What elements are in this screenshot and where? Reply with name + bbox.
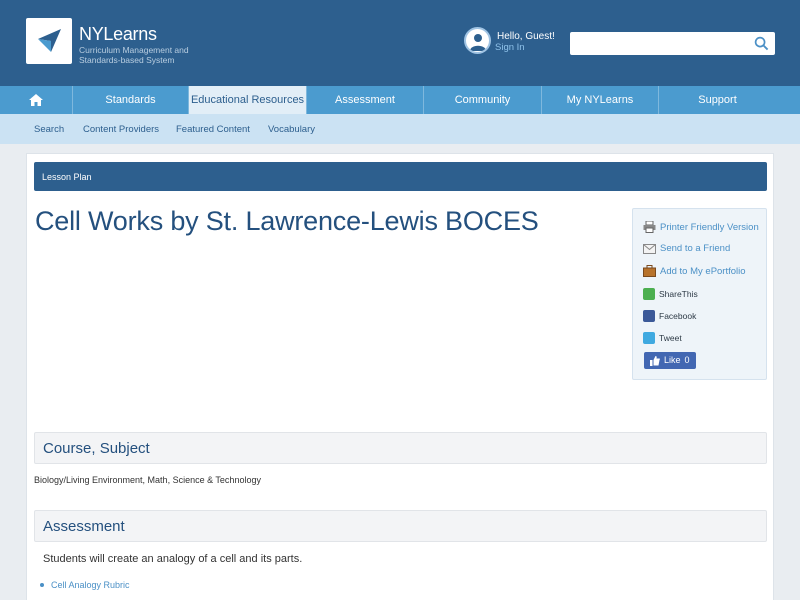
facebook-button[interactable]: Facebook — [643, 310, 696, 322]
subnav-search[interactable]: Search — [34, 124, 64, 135]
user-icon — [470, 34, 486, 51]
briefcase-icon — [643, 265, 656, 277]
main-nav: Standards Educational Resources Assessme… — [0, 86, 800, 114]
nav-assessment[interactable]: Assessment — [307, 86, 424, 114]
facebook-like-button[interactable]: Like 0 — [644, 352, 696, 369]
home-icon — [29, 94, 43, 106]
like-label: Like — [664, 355, 681, 365]
twitter-icon — [643, 332, 655, 344]
send-to-friend-label: Send to a Friend — [660, 243, 731, 254]
logo[interactable] — [26, 18, 72, 64]
sharethis-label: ShareThis — [659, 289, 698, 299]
tweet-label: Tweet — [659, 333, 682, 343]
thumbs-up-icon — [650, 355, 660, 366]
facebook-label: Facebook — [659, 311, 697, 321]
course-subject-heading: Course, Subject — [43, 440, 150, 457]
subnav-vocabulary[interactable]: Vocabulary — [268, 124, 315, 135]
subnav-featured-content[interactable]: Featured Content — [176, 124, 250, 135]
facebook-icon — [643, 310, 655, 322]
add-to-eportfolio-link[interactable]: Add to My ePortfolio — [643, 265, 746, 277]
assessment-heading: Assessment — [43, 518, 125, 535]
page-title: Cell Works by St. Lawrence-Lewis BOCES — [35, 206, 539, 236]
logo-subtitle: Curriculum Management and Standards-base… — [79, 45, 189, 65]
resource-type-label: Lesson Plan — [42, 172, 92, 182]
envelope-icon — [643, 243, 656, 254]
content-card: Lesson Plan Cell Works by St. Lawrence-L… — [26, 153, 774, 600]
search-icon[interactable] — [754, 36, 769, 51]
greeting: Hello, Guest! — [497, 31, 555, 42]
subnav-content-providers[interactable]: Content Providers — [83, 124, 159, 135]
site-header: NYLearns Curriculum Management and Stand… — [0, 0, 800, 86]
avatar — [464, 27, 491, 54]
nav-support[interactable]: Support — [659, 86, 776, 114]
course-subject-header: Course, Subject — [34, 432, 767, 464]
search-box — [570, 32, 775, 55]
assessment-header: Assessment — [34, 510, 767, 542]
add-to-eportfolio-label: Add to My ePortfolio — [660, 265, 746, 277]
tweet-button[interactable]: Tweet — [643, 332, 682, 344]
printer-icon — [643, 221, 656, 233]
printer-friendly-link[interactable]: Printer Friendly Version — [643, 221, 759, 233]
printer-friendly-label: Printer Friendly Version — [660, 221, 759, 233]
course-subject-value: Biology/Living Environment, Math, Scienc… — [34, 475, 261, 485]
assessment-text: Students will create an analogy of a cel… — [43, 553, 303, 565]
logo-arrow-icon — [38, 29, 61, 52]
nav-home[interactable] — [0, 86, 73, 114]
nav-standards[interactable]: Standards — [73, 86, 189, 114]
resource-type-bar: Lesson Plan — [34, 162, 767, 191]
like-count: 0 — [684, 355, 690, 365]
sharethis-icon — [643, 288, 655, 300]
nav-my-nylearns[interactable]: My NYLearns — [542, 86, 659, 114]
cell-analogy-rubric-link[interactable]: Cell Analogy Rubric — [40, 580, 130, 590]
logo-title: NYLearns — [79, 24, 157, 44]
search-input[interactable] — [570, 32, 750, 55]
sub-nav: Search Content Providers Featured Conten… — [0, 114, 800, 144]
nav-educational-resources[interactable]: Educational Resources — [189, 86, 307, 114]
share-panel: Printer Friendly Version Send to a Frien… — [632, 208, 767, 380]
sign-in-link[interactable]: Sign In — [495, 42, 525, 53]
sharethis-button[interactable]: ShareThis — [643, 288, 698, 300]
send-to-friend-link[interactable]: Send to a Friend — [643, 243, 730, 254]
nav-community[interactable]: Community — [424, 86, 542, 114]
